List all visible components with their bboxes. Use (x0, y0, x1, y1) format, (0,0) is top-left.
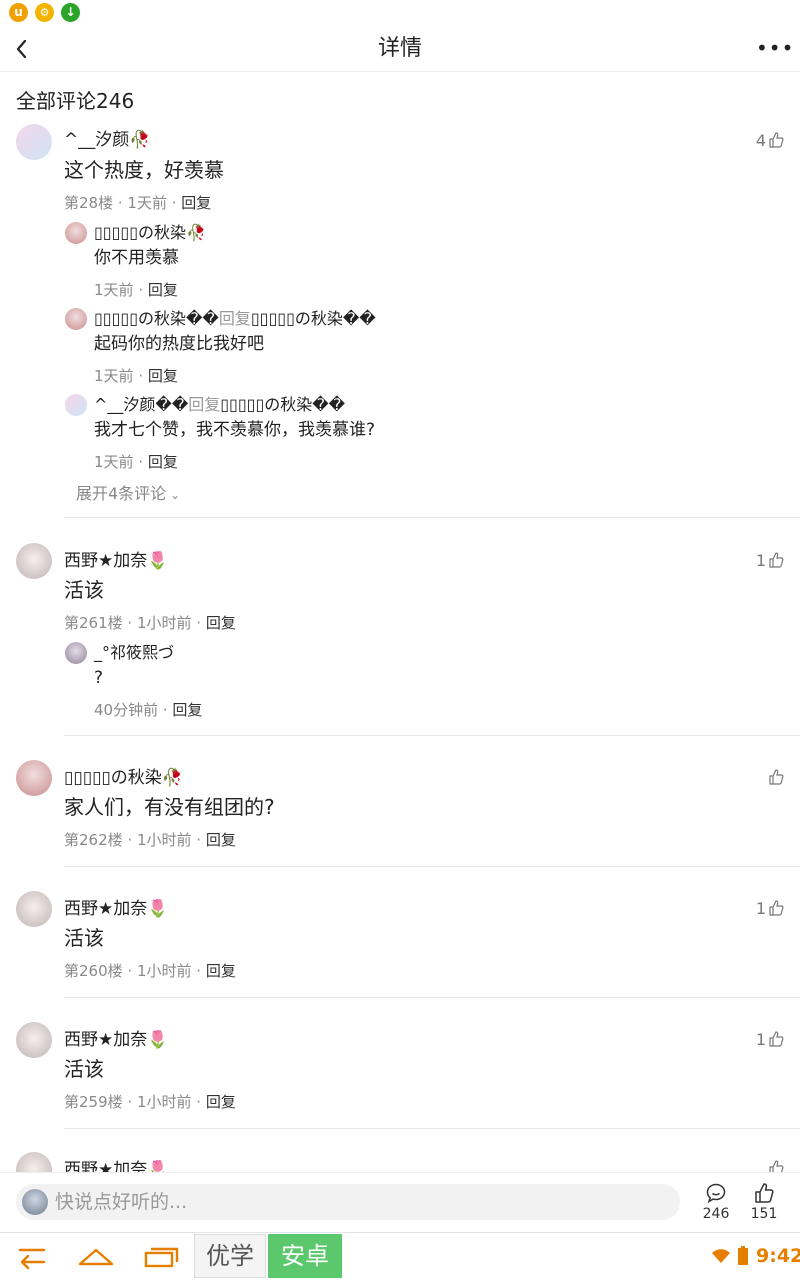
like-button[interactable]: 1 (724, 1029, 784, 1051)
comment-meta: 第262楼 · 1小时前 · 回复 (64, 831, 236, 849)
reply-text: 起码你的热度比我好吧 (94, 334, 264, 354)
reply-meta: 1天前 · 回复 (94, 453, 178, 471)
avatar[interactable] (16, 124, 52, 160)
comment-author[interactable]: ▯▯▯▯▯の秋染🥀 (64, 766, 183, 790)
app-u-icon: u (9, 3, 28, 22)
like-button[interactable] (724, 767, 784, 789)
like-button[interactable]: 1 (724, 898, 784, 920)
comment-meta: 第261楼 · 1小时前 · 回复 (64, 614, 236, 632)
system-nav-bar (0, 1232, 800, 1280)
like-button[interactable]: 4 (724, 130, 784, 152)
avatar[interactable] (16, 891, 52, 927)
likes-button[interactable]: 151 (739, 1182, 789, 1222)
reply-meta: 40分钟前 · 回复 (94, 701, 203, 719)
chevron-left-icon (16, 39, 27, 59)
reply-author[interactable]: ▯▯▯▯▯の秋染🥀 (94, 221, 206, 245)
more-options-icon[interactable]: ••• (756, 38, 793, 62)
reply-button[interactable]: 回复 (172, 701, 202, 719)
avatar[interactable] (16, 543, 52, 579)
back-arrow-icon (18, 1248, 46, 1270)
top-nav-bar: 详情 ••• (0, 24, 800, 72)
like-button[interactable]: 1 (724, 550, 784, 572)
reply-text: ? (94, 668, 104, 688)
recent-apps-icon (144, 1247, 179, 1268)
comment-author[interactable]: ^__汐颜🥀 (64, 128, 150, 152)
comment-author[interactable]: 西野★加奈🌷 (64, 1028, 168, 1052)
divider (64, 735, 800, 736)
thumbs-up-icon (769, 552, 784, 568)
reply-button[interactable]: 回复 (148, 453, 178, 471)
comment-author[interactable]: 西野★加奈🌷 (64, 1158, 168, 1172)
system-home-button[interactable] (76, 1240, 116, 1272)
comment-meta: 第260楼 · 1小时前 · 回复 (64, 962, 236, 980)
download-icon: ↓ (61, 3, 80, 22)
like-button[interactable] (724, 1158, 784, 1172)
android-app-tag[interactable]: 安卓 (268, 1234, 342, 1278)
settings-gear-icon: ⚙ (35, 3, 54, 22)
comment-meta: 第28楼 · 1天前 · 回复 (64, 194, 212, 212)
reply-button[interactable]: 回复 (206, 831, 236, 849)
divider (64, 517, 800, 518)
comment-text: 这个热度，好羡慕 (64, 158, 224, 182)
reply-button[interactable]: 回复 (148, 281, 178, 299)
comment-text: 家人们，有没有组团的? (64, 795, 275, 819)
comments-count-title: 全部评论246 (16, 89, 135, 113)
thumbs-up-icon (769, 132, 784, 148)
comment-author[interactable]: 西野★加奈🌷 (64, 549, 168, 573)
home-icon (78, 1248, 114, 1266)
thumbs-up-icon (769, 1031, 784, 1047)
back-button[interactable] (10, 34, 40, 64)
avatar[interactable] (16, 1152, 52, 1172)
thumbs-up-icon (769, 769, 784, 785)
system-back-button[interactable] (14, 1240, 50, 1272)
reply-author[interactable]: _°祁筱熙づ (94, 641, 174, 665)
comment-partial: 西野★加奈🌷 (0, 1150, 800, 1172)
comment-input-placeholder[interactable]: 快说点好听的... (55, 1189, 187, 1215)
reply-button[interactable]: 回复 (206, 614, 236, 632)
reply-button[interactable]: 回复 (148, 367, 178, 385)
comment-text: 活该 (64, 1057, 104, 1081)
battery-icon (737, 1246, 749, 1266)
reply-text: 我才七个赞，我不羡慕你，我羡慕谁? (94, 420, 376, 440)
user-avatar (22, 1189, 48, 1215)
comments-button[interactable]: 246 (691, 1182, 741, 1222)
page-title: 详情 (377, 36, 422, 61)
system-recents-button[interactable] (140, 1240, 180, 1272)
thumbs-up-icon (769, 1160, 784, 1172)
reply-avatar[interactable] (65, 642, 87, 664)
reply-button[interactable]: 回复 (206, 962, 236, 980)
avatar[interactable] (16, 760, 52, 796)
reply-avatar[interactable] (65, 394, 87, 416)
thumbs-up-icon (769, 900, 784, 916)
reply-meta: 1天前 · 回复 (94, 281, 178, 299)
comment-meta: 第259楼 · 1小时前 · 回复 (64, 1093, 236, 1111)
status-bar: u ⚙ ↓ (0, 0, 800, 24)
comment-bubble-icon (706, 1183, 726, 1204)
reply-button[interactable]: 回复 (206, 1093, 236, 1111)
reply-avatar[interactable] (65, 222, 87, 244)
comment-text: 活该 (64, 926, 104, 950)
reply-avatar[interactable] (65, 308, 87, 330)
clock: 9:42 (756, 1245, 800, 1267)
divider (64, 1128, 800, 1129)
avatar[interactable] (16, 1022, 52, 1058)
divider (64, 866, 800, 867)
reply-meta: 1天前 · 回复 (94, 367, 178, 385)
reply-author[interactable]: ^__汐颜��回复▯▯▯▯▯の秋染�� (94, 393, 345, 417)
reply-text: 你不用羡慕 (94, 248, 179, 268)
reply-author[interactable]: ▯▯▯▯▯の秋染��回复▯▯▯▯▯の秋染�� (94, 307, 376, 331)
divider (64, 997, 800, 998)
wifi-icon (710, 1246, 732, 1266)
reply-button[interactable]: 回复 (181, 194, 211, 212)
comment-text: 活该 (64, 578, 104, 602)
comment-author[interactable]: 西野★加奈🌷 (64, 897, 168, 921)
expand-replies-link[interactable]: 展开4条评论 ⌄ (76, 482, 180, 507)
youxue-app-tag[interactable]: 优学 (194, 1234, 266, 1278)
thumbs-up-icon (755, 1183, 774, 1203)
chevron-down-icon: ⌄ (166, 488, 181, 502)
